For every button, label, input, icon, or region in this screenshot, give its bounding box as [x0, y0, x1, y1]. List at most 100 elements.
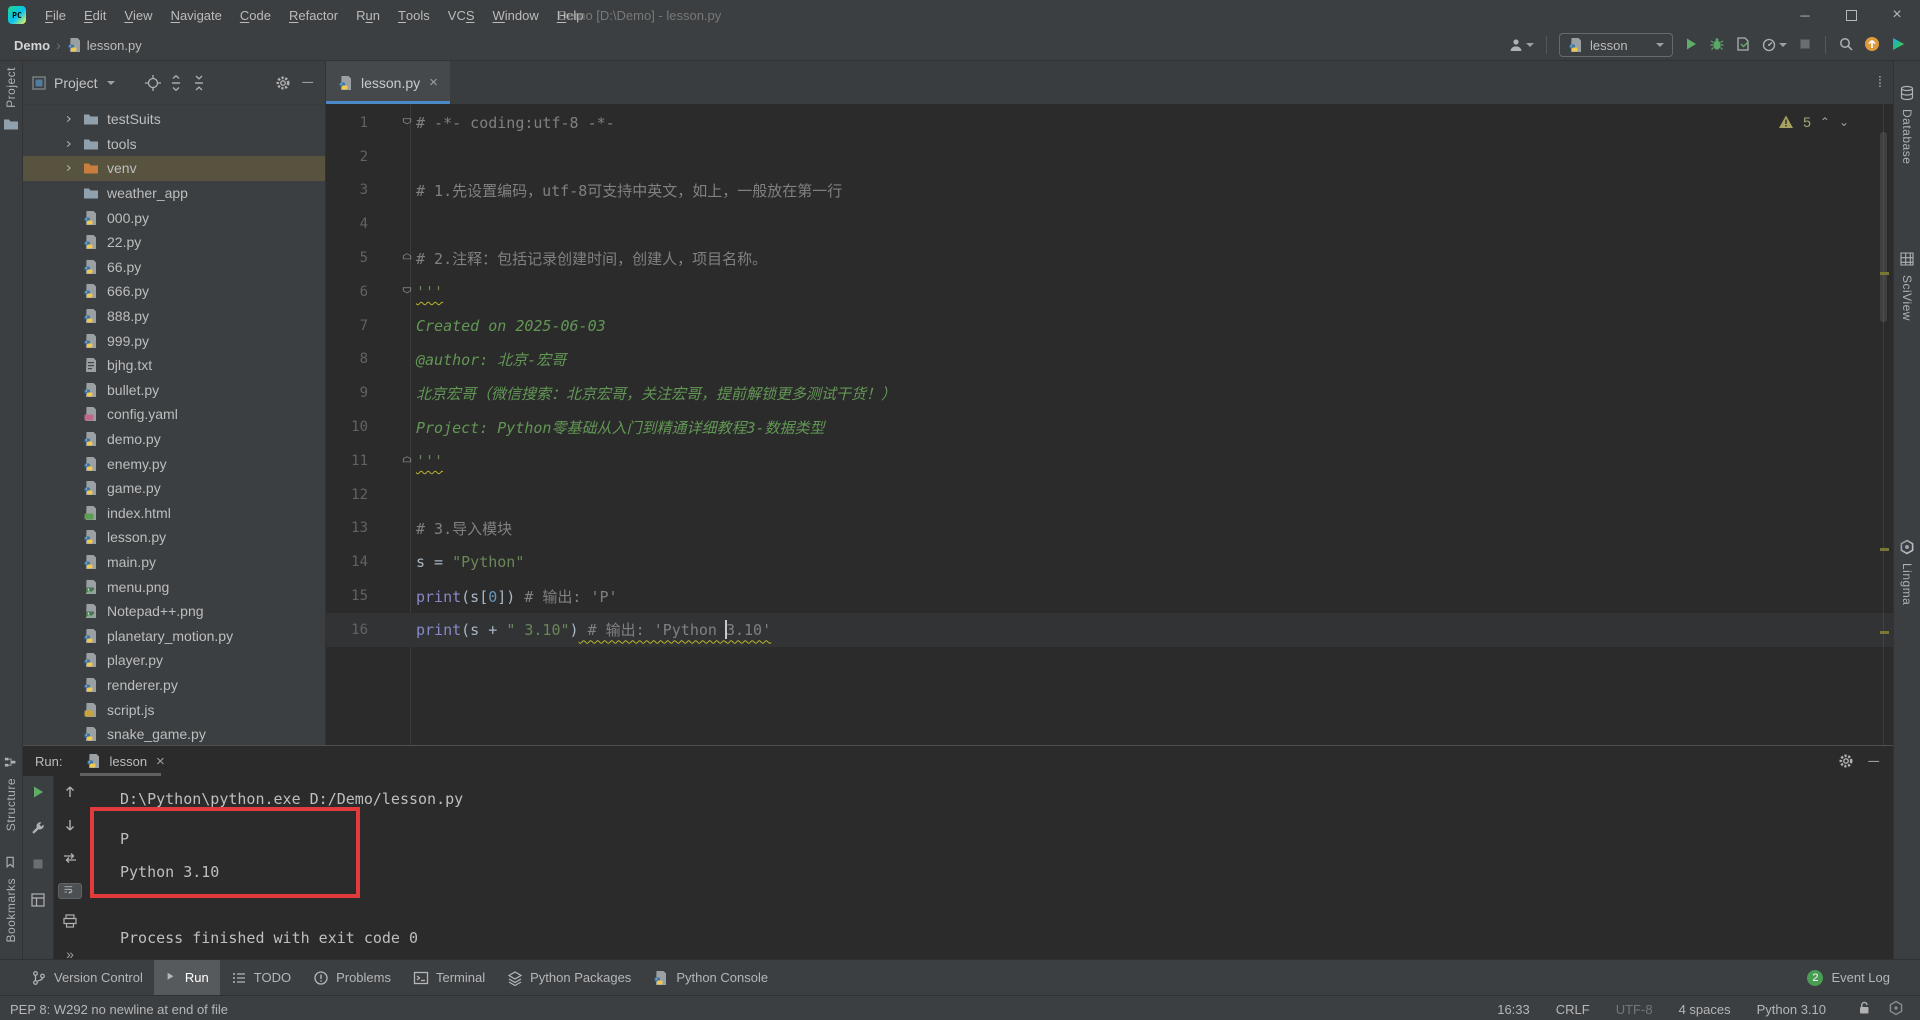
tree-item-66-py[interactable]: 66.py: [23, 255, 325, 280]
menu-navigate[interactable]: Navigate: [162, 0, 231, 30]
tool-stripe-lingma[interactable]: Lingma: [1894, 539, 1920, 605]
menu-view[interactable]: View: [115, 0, 161, 30]
tree-item-tools[interactable]: tools: [23, 132, 325, 157]
tree-item-999-py[interactable]: 999.py: [23, 328, 325, 353]
code-line-12[interactable]: 12: [326, 478, 1893, 512]
tree-item-notepad-png[interactable]: Notepad++.png: [23, 599, 325, 624]
menu-refactor[interactable]: Refactor: [280, 0, 347, 30]
rerun-button[interactable]: [30, 784, 46, 803]
tree-item-888-py[interactable]: 888.py: [23, 304, 325, 329]
menu-vcs[interactable]: VCS: [439, 0, 484, 30]
fold-down-icon[interactable]: [402, 287, 413, 297]
run-output[interactable]: D:\Python\python.exe D:/Demo/lesson.py P…: [86, 776, 1893, 959]
tree-item-enemy-py[interactable]: enemy.py: [23, 451, 325, 476]
toolwindow-terminal[interactable]: Terminal: [402, 960, 496, 995]
stop-button[interactable]: [1797, 36, 1813, 55]
close-run-tab-icon[interactable]: ×: [156, 753, 165, 770]
run-config-select[interactable]: lesson: [1559, 33, 1673, 57]
tool-stripe-project[interactable]: Project: [0, 67, 22, 132]
code-line-5[interactable]: 5# 2.注释：包括记录创建时间，创建人，项目名称。: [326, 241, 1893, 275]
gear-icon[interactable]: [1838, 753, 1854, 769]
status-message[interactable]: PEP 8: W292 no newline at end of file: [10, 1002, 228, 1017]
code-line-1[interactable]: 1# -*- coding:utf-8 -*-: [326, 106, 1893, 140]
chevron-down-icon[interactable]: [107, 81, 115, 85]
editor-tab-lesson[interactable]: lesson.py ×: [326, 61, 450, 104]
breadcrumb-project[interactable]: Demo: [14, 38, 50, 53]
code-line-8[interactable]: 8@author: 北京-宏哥: [326, 343, 1893, 377]
tree-item-planetary-motion-py[interactable]: planetary_motion.py: [23, 623, 325, 648]
coverage-button[interactable]: [1735, 36, 1751, 55]
menu-edit[interactable]: Edit: [75, 0, 115, 30]
tree-item-renderer-py[interactable]: renderer.py: [23, 673, 325, 698]
tree-item-script-js[interactable]: script.js: [23, 697, 325, 722]
tree-item-main-py[interactable]: main.py: [23, 550, 325, 575]
code-line-3[interactable]: 3# 1.先设置编码，utf-8可支持中英文，如上，一般放在第一行: [326, 174, 1893, 208]
gear-icon[interactable]: [275, 75, 291, 91]
code-line-2[interactable]: 2: [326, 140, 1893, 174]
toolwindow-python-packages[interactable]: Python Packages: [496, 960, 642, 995]
toolwindow-todo[interactable]: TODO: [220, 960, 302, 995]
tree-item-bullet-py[interactable]: bullet.py: [23, 378, 325, 403]
editor-body[interactable]: 1# -*- coding:utf-8 -*-23# 1.先设置编码，utf-8…: [326, 104, 1893, 745]
fold-down-icon[interactable]: [402, 118, 413, 128]
search-everywhere-button[interactable]: [1838, 36, 1854, 55]
next-warning-icon[interactable]: ⌄: [1839, 115, 1849, 129]
tree-item-22-py[interactable]: 22.py: [23, 230, 325, 255]
tree-item-player-py[interactable]: player.py: [23, 648, 325, 673]
code-line-13[interactable]: 13# 3.导入模块: [326, 512, 1893, 546]
warning-stripe-mark[interactable]: [1880, 272, 1889, 275]
run-settings-icon[interactable]: [30, 820, 46, 839]
breadcrumb-file[interactable]: lesson.py: [87, 38, 142, 53]
tool-stripe-bookmarks[interactable]: Bookmarks: [0, 856, 22, 943]
tree-item-weather-app[interactable]: weather_app: [23, 181, 325, 206]
menu-window[interactable]: Window: [484, 0, 548, 30]
profiler-button[interactable]: [1761, 37, 1787, 53]
code-line-15[interactable]: 15print(s[0]) # 输出: 'P': [326, 579, 1893, 613]
fold-up-icon[interactable]: [402, 456, 413, 466]
event-log-button[interactable]: 2 Event Log: [1807, 970, 1920, 986]
tree-item-menu-png[interactable]: menu.png: [23, 574, 325, 599]
tree-item-venv[interactable]: venv: [23, 156, 325, 181]
chevron-right-icon[interactable]: [63, 162, 83, 174]
expand-all-icon[interactable]: [168, 75, 184, 91]
print-icon[interactable]: [62, 913, 78, 932]
lingma-toolbar-button[interactable]: [1890, 36, 1906, 55]
rerun-failed-icon[interactable]: [62, 850, 78, 869]
status-4-spaces[interactable]: 4 spaces: [1679, 1002, 1731, 1017]
tool-stripe-database[interactable]: Database: [1894, 85, 1920, 164]
tree-item-config-yaml[interactable]: config.yaml: [23, 402, 325, 427]
status-utf-8[interactable]: UTF-8: [1616, 1002, 1653, 1017]
toolwindow-problems[interactable]: Problems: [302, 960, 402, 995]
stop-button[interactable]: [30, 856, 46, 875]
debug-button[interactable]: [1709, 36, 1725, 55]
code-line-9[interactable]: 9北京宏哥（微信搜索：北京宏哥，关注宏哥，提前解锁更多测试干货！）: [326, 376, 1893, 410]
tool-stripe-sciview[interactable]: SciView: [1894, 251, 1920, 321]
code-line-14[interactable]: 14s = "Python": [326, 545, 1893, 579]
code-line-7[interactable]: 7Created on 2025-06-03: [326, 309, 1893, 343]
warning-stripe-mark[interactable]: [1880, 631, 1889, 634]
tree-item-testsuits[interactable]: testSuits: [23, 107, 325, 132]
inspection-widget[interactable]: 5 ⌃ ⌄: [1778, 114, 1849, 130]
code-line-6[interactable]: 6''': [326, 275, 1893, 309]
tree-item-game-py[interactable]: game.py: [23, 476, 325, 501]
tree-item-demo-py[interactable]: demo.py: [23, 427, 325, 452]
menu-run[interactable]: Run: [347, 0, 389, 30]
lock-icon[interactable]: [1856, 1000, 1872, 1019]
hide-run-panel-icon[interactable]: ─: [1868, 753, 1879, 770]
down-stack-icon[interactable]: [62, 817, 78, 836]
maximize-button[interactable]: [1828, 0, 1874, 30]
run-tab-lesson[interactable]: lesson ×: [76, 746, 174, 776]
project-panel-title[interactable]: Project: [54, 75, 98, 91]
status-16-33[interactable]: 16:33: [1497, 1002, 1530, 1017]
restore-layout-icon[interactable]: [30, 892, 46, 911]
status-crlf[interactable]: CRLF: [1556, 1002, 1590, 1017]
tree-item-index-html[interactable]: index.html: [23, 501, 325, 526]
chevron-right-icon[interactable]: [63, 138, 83, 150]
hide-panel-icon[interactable]: ─: [298, 74, 317, 91]
prev-warning-icon[interactable]: ⌃: [1820, 115, 1830, 129]
close-tab-icon[interactable]: ×: [429, 74, 438, 91]
code-line-11[interactable]: 11''': [326, 444, 1893, 478]
toolwindow-version-control[interactable]: Version Control: [20, 960, 154, 995]
tree-item-snake-game-py[interactable]: snake_game.py: [23, 722, 325, 745]
inspections-icon[interactable]: [1888, 1000, 1904, 1019]
